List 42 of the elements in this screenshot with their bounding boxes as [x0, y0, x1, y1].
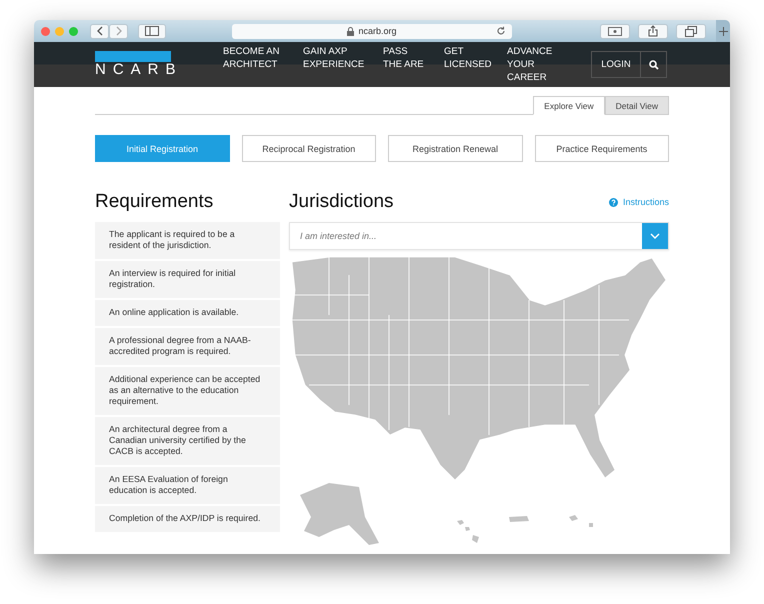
view-tab[interactable]: Detail View: [604, 96, 669, 115]
requirement-item[interactable]: An EESA Evaluation of foreign education is accepted.: [95, 467, 280, 504]
section-title: Requirements: [95, 191, 214, 213]
reader-button[interactable]: [600, 24, 630, 38]
nav-link[interactable]: BECOME AN ARCHITECT: [223, 45, 285, 84]
share-button[interactable]: [638, 24, 668, 38]
back-button[interactable]: [90, 24, 109, 38]
chevron-right-icon: [114, 26, 122, 36]
nav-link[interactable]: PASS THE ARE: [383, 45, 426, 84]
address-bar[interactable]: ncarb.org: [232, 24, 512, 38]
requirement-item[interactable]: The applicant is required to be a resident of the jurisdiction.: [95, 222, 280, 259]
plus-icon: [718, 26, 728, 36]
share-icon: [648, 25, 658, 37]
lock-icon: [347, 26, 354, 36]
requirement-item[interactable]: Completion of the AXP/IDP is required.: [95, 506, 280, 532]
category-tab[interactable]: Practice Requirements: [534, 135, 669, 162]
reload-icon[interactable]: [496, 26, 506, 36]
login-button[interactable]: LOGIN: [591, 51, 641, 78]
category-tab[interactable]: Registration Renewal: [388, 135, 522, 162]
requirement-item[interactable]: A professional degree from a NAAB-accredited program is required.: [95, 328, 280, 365]
url-text: ncarb.org: [358, 26, 397, 36]
requirement-item[interactable]: An interview is required for initial registration.: [95, 261, 280, 298]
tabs-icon: [685, 26, 697, 36]
nav-link[interactable]: ADVANCE YOUR CAREER: [507, 45, 573, 84]
sidebar-icon: [145, 26, 159, 36]
nav-link[interactable]: GET LICENSED: [444, 45, 489, 84]
help-icon: [608, 198, 618, 206]
search-button[interactable]: [641, 51, 667, 78]
section-title: Jurisdictions: [289, 191, 394, 213]
nav-link[interactable]: GAIN AXP EXPERIENCE: [303, 45, 365, 84]
requirement-item[interactable]: An architectural degree from a Canadian university certified by the CACB is accepted.: [95, 417, 280, 465]
view-tab[interactable]: Explore View: [533, 96, 605, 115]
tabs-button[interactable]: [676, 24, 706, 38]
chevron-down-icon: [650, 233, 660, 239]
new-tab-button[interactable]: [716, 20, 730, 42]
requirement-item[interactable]: An online application is available.: [95, 300, 280, 326]
search-icon: [648, 60, 658, 70]
requirement-item[interactable]: Additional experience can be accepted as an alternative to the education requirement.: [95, 367, 280, 415]
sidebar-button[interactable]: [138, 24, 166, 38]
chevron-left-icon: [96, 26, 104, 36]
category-tab[interactable]: Reciprocal Registration: [242, 135, 376, 162]
interest-dropdown[interactable]: I am interested in...: [289, 222, 669, 250]
